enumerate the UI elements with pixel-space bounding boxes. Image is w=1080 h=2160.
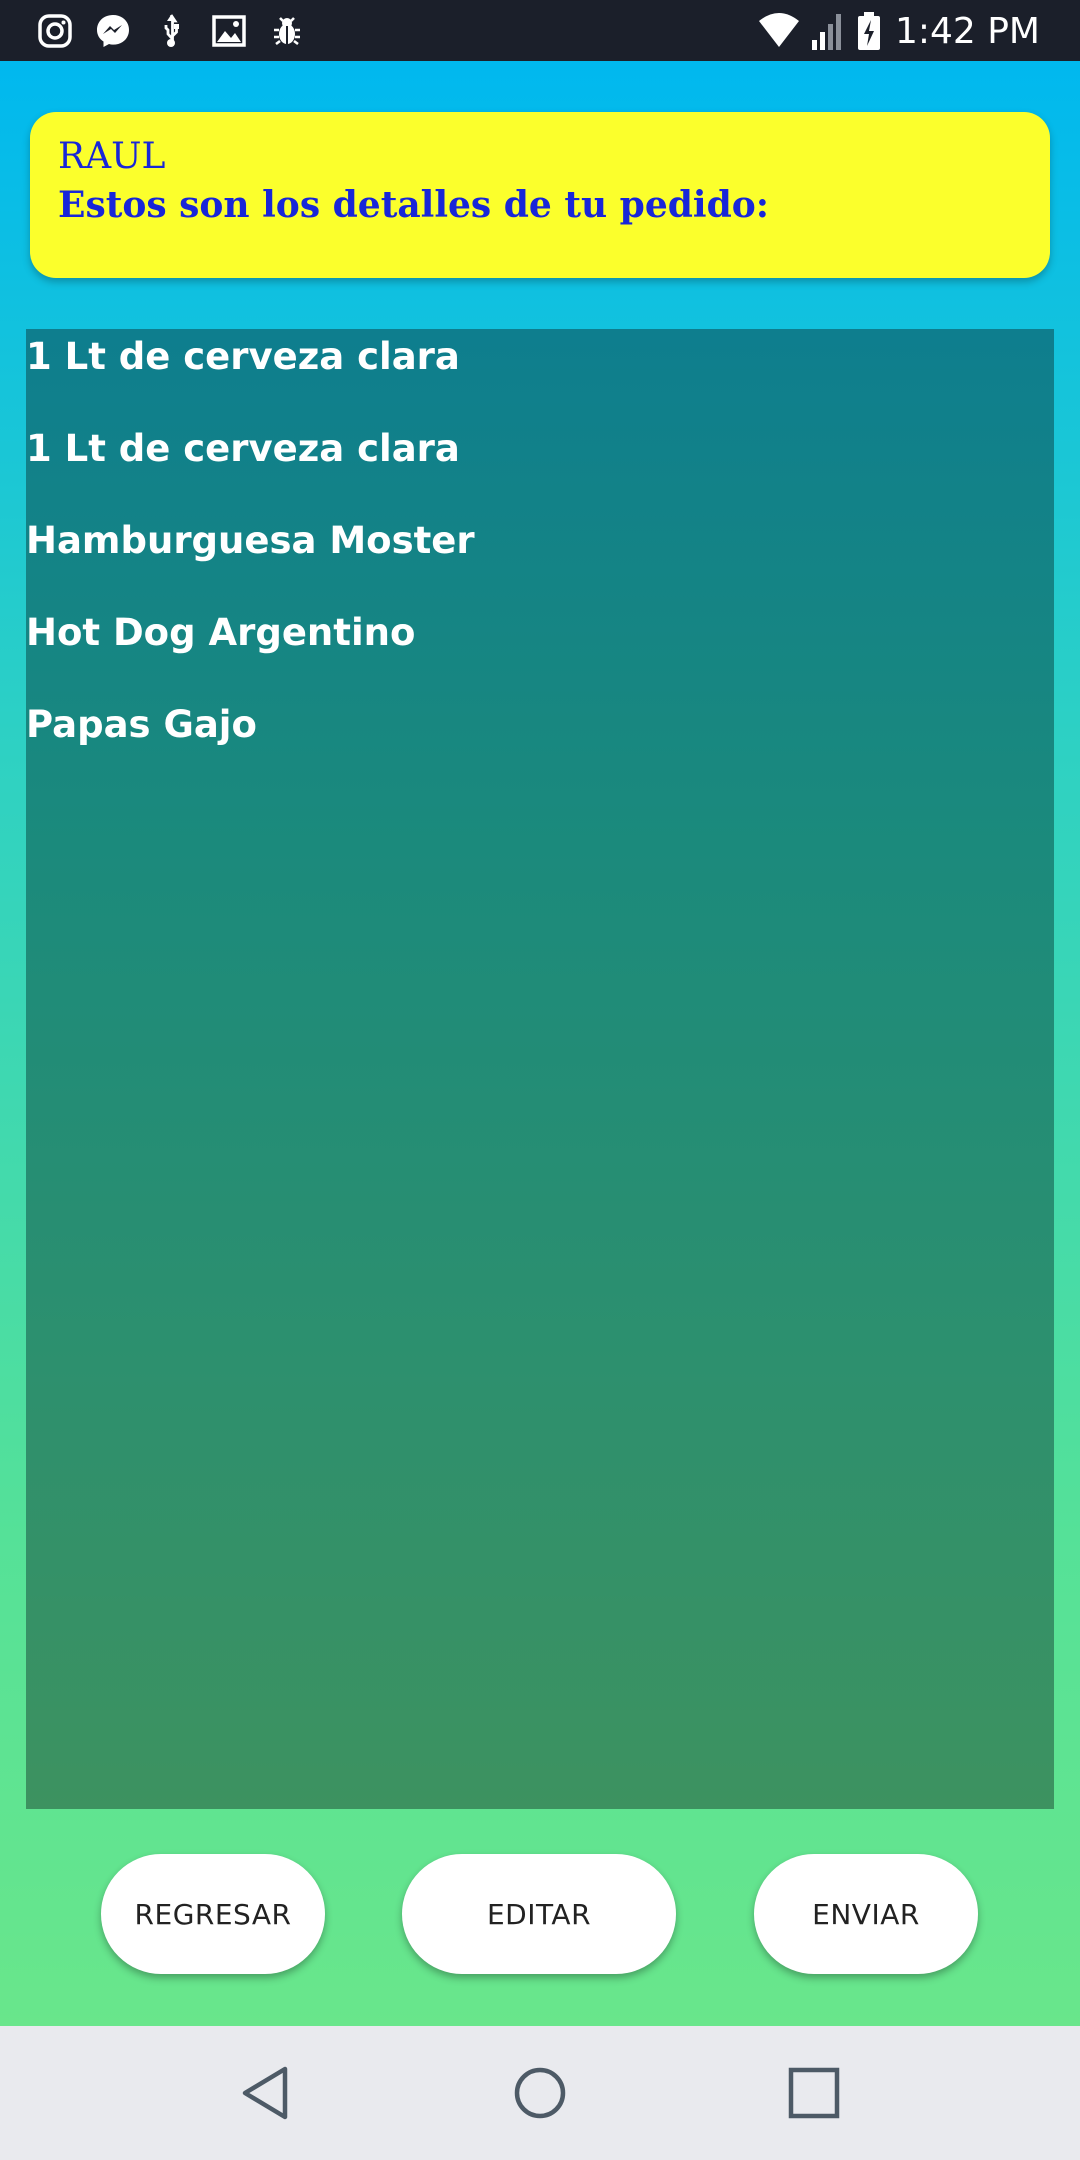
messenger-icon [97, 15, 129, 47]
recents-square-icon [788, 2067, 840, 2119]
usb-icon [164, 14, 179, 47]
navigation-bar [0, 2026, 1080, 2160]
battery-charging-icon [857, 12, 880, 50]
debug-bug-icon [274, 17, 300, 46]
phone-screen: 1:42 PM RAUL Estos son los detalles de t… [0, 0, 1080, 2160]
send-button[interactable]: ENVIAR [754, 1854, 978, 1974]
notification-icons [36, 10, 306, 52]
order-item[interactable]: Papas Gajo [26, 697, 1054, 789]
order-list[interactable]: 1 Lt de cerveza clara 1 Lt de cerveza cl… [26, 329, 1054, 1809]
back-triangle-icon [242, 2066, 288, 2120]
order-item[interactable]: Hamburguesa Moster [26, 513, 1054, 605]
header-subtitle: Estos son los detalles de tu pedido: [58, 184, 770, 226]
image-icon [212, 15, 246, 47]
action-buttons: REGRESAR EDITAR ENVIAR [0, 1854, 1080, 1978]
order-item[interactable]: 1 Lt de cerveza clara [26, 329, 1054, 421]
cell-signal-icon [811, 14, 841, 50]
back-button[interactable]: REGRESAR [101, 1854, 325, 1974]
wifi-icon [758, 13, 799, 47]
nav-home-button[interactable] [500, 2053, 580, 2133]
clock: 1:42 PM [894, 10, 1040, 52]
order-item[interactable]: 1 Lt de cerveza clara [26, 421, 1054, 513]
order-item[interactable]: Hot Dog Argentino [26, 605, 1054, 697]
nav-back-button[interactable] [225, 2053, 305, 2133]
system-indicators: 1:42 PM [757, 8, 1040, 54]
nav-recents-button[interactable] [774, 2053, 854, 2133]
customer-name: RAUL [58, 136, 166, 177]
home-circle-icon [514, 2067, 566, 2119]
edit-button[interactable]: EDITAR [402, 1854, 676, 1974]
status-bar: 1:42 PM [0, 0, 1080, 61]
header-card: RAUL Estos son los detalles de tu pedido… [30, 112, 1050, 278]
instagram-icon [38, 14, 72, 48]
order-details-screen: RAUL Estos son los detalles de tu pedido… [0, 61, 1080, 2026]
